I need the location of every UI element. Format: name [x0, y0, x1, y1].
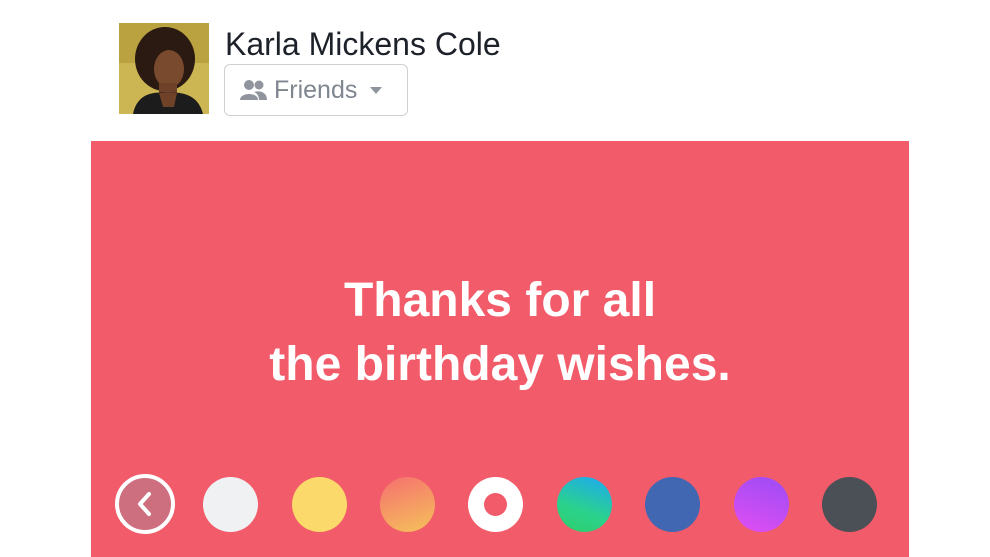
- user-name[interactable]: Karla Mickens Cole: [225, 24, 501, 64]
- status-text[interactable]: Thanks for all the birthday wishes.: [91, 269, 909, 397]
- selected-indicator: [484, 493, 507, 516]
- color-swatch-yellow[interactable]: [292, 477, 347, 532]
- color-swatch-green-blue-gradient[interactable]: [557, 477, 612, 532]
- background-color-palette: [91, 474, 909, 534]
- color-swatch-blue[interactable]: [645, 477, 700, 532]
- color-swatch-purple-gradient[interactable]: [734, 477, 789, 532]
- chevron-left-icon: [138, 492, 151, 516]
- collapse-palette-button[interactable]: [115, 474, 175, 534]
- color-swatch-orange-gradient[interactable]: [380, 477, 435, 532]
- friends-icon: [240, 80, 267, 100]
- avatar[interactable]: [119, 23, 209, 114]
- color-swatch-white[interactable]: [203, 477, 258, 532]
- status-text-line-2: the birthday wishes.: [269, 338, 731, 391]
- color-swatch-dark-gray[interactable]: [822, 477, 877, 532]
- profile-photo: [119, 23, 209, 114]
- color-swatch-red-selected[interactable]: [468, 477, 523, 532]
- audience-selector-button[interactable]: Friends: [224, 64, 408, 116]
- audience-label: Friends: [274, 76, 358, 104]
- status-text-line-1: Thanks for all: [343, 274, 657, 327]
- post-header: Karla Mickens Cole Friends: [0, 0, 990, 141]
- caret-down-icon: [370, 87, 383, 94]
- status-composer-background[interactable]: Thanks for all the birthday wishes.: [91, 141, 909, 557]
